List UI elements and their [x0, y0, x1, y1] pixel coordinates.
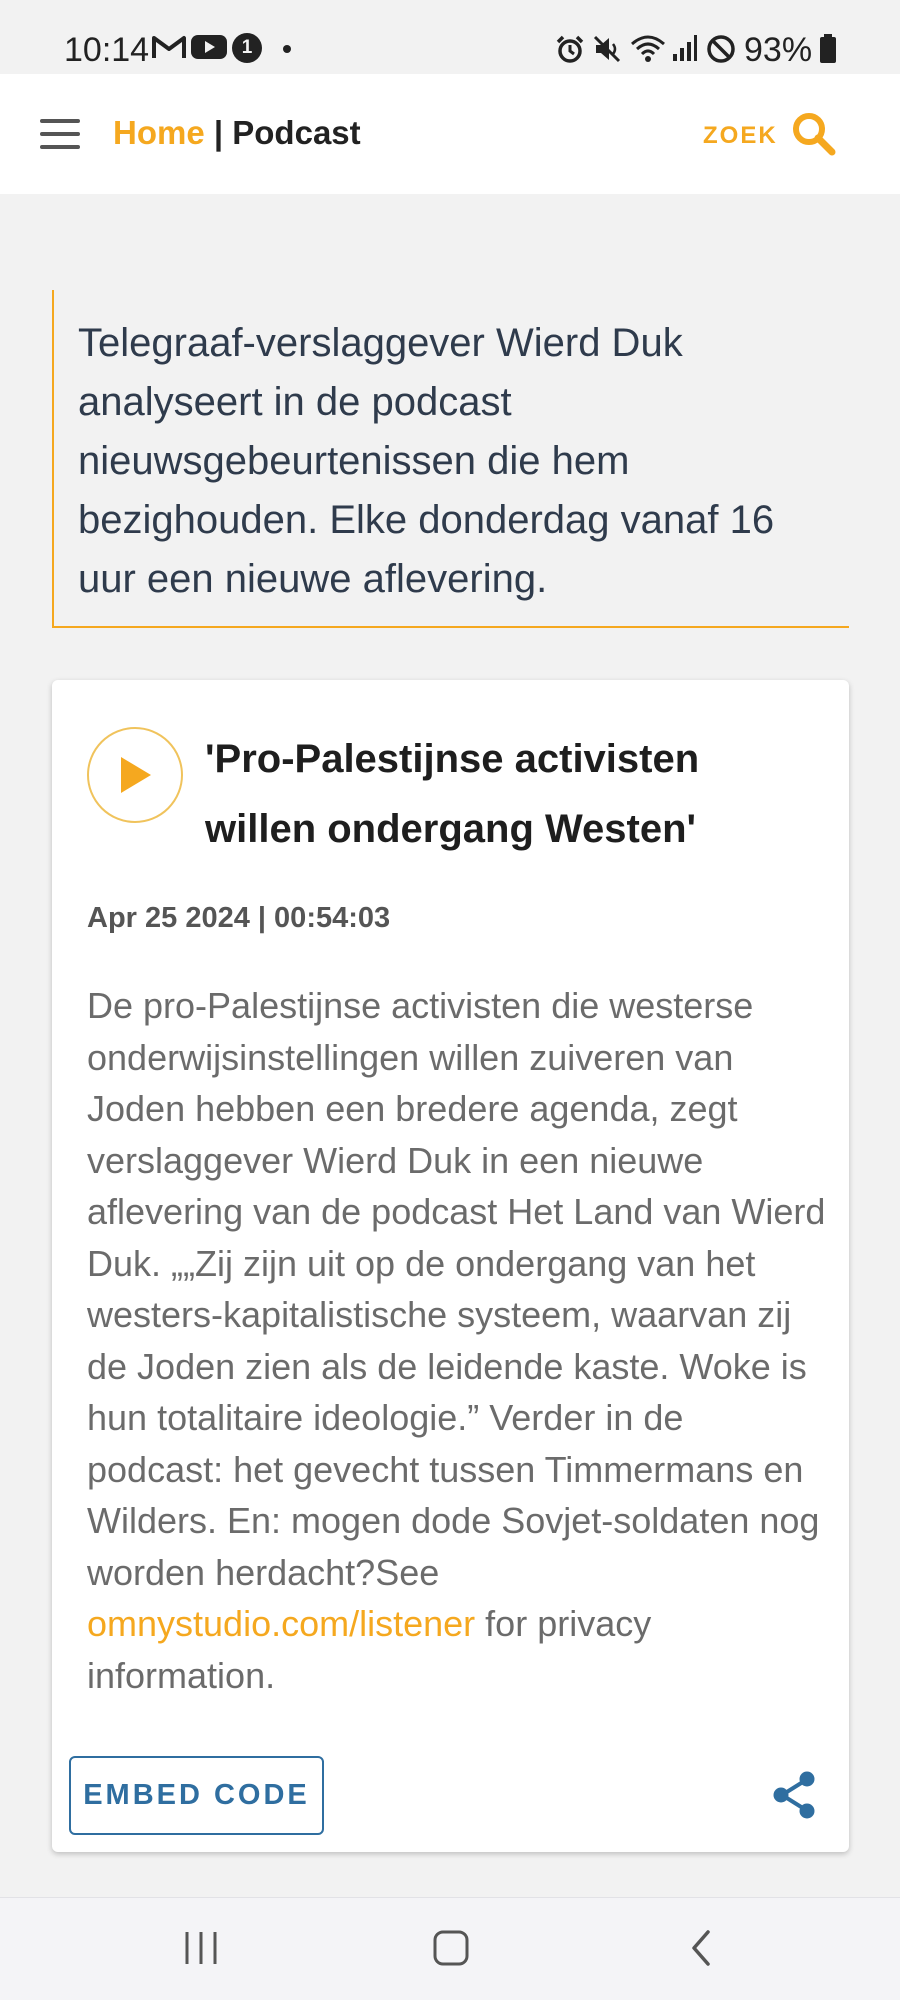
alarm-icon — [556, 35, 584, 63]
hamburger-menu-icon[interactable] — [40, 117, 82, 151]
episode-title[interactable]: 'Pro-Palestijnse activisten willen onder… — [205, 724, 815, 864]
home-icon[interactable] — [432, 1928, 470, 1968]
signal-icon — [673, 35, 697, 61]
search-icon[interactable] — [790, 110, 838, 158]
play-icon — [121, 757, 151, 793]
back-icon[interactable] — [686, 1928, 716, 1968]
status-time: 10:14 — [64, 31, 150, 69]
intro-text: Telegraaf-verslaggever Wierd Duk analyse… — [78, 321, 775, 601]
search-button[interactable]: ZOEK — [703, 122, 778, 150]
status-bar: 10:14 1 93% — [0, 0, 900, 74]
mute-icon — [593, 35, 621, 63]
dot-icon — [283, 45, 291, 53]
breadcrumb-separator: | — [204, 114, 233, 151]
system-nav-bar — [0, 1897, 900, 2000]
episode-description: De pro-Palestijnse activisten die wester… — [87, 980, 827, 1701]
recent-apps-icon[interactable] — [182, 1928, 220, 1968]
youtube-icon — [191, 35, 227, 59]
battery-percentage: 93% — [744, 31, 813, 69]
episode-card: 'Pro-Palestijnse activisten willen onder… — [52, 680, 849, 1852]
privacy-link[interactable]: omnystudio.com/listener — [87, 1603, 475, 1644]
gmail-icon — [152, 36, 186, 58]
podcast-intro: Telegraaf-verslaggever Wierd Duk analyse… — [52, 290, 849, 628]
play-button[interactable] — [87, 727, 183, 823]
breadcrumb-current-page: Podcast — [232, 114, 361, 151]
dnd-icon — [707, 35, 735, 63]
notification-badge-icon: 1 — [232, 33, 262, 63]
battery-icon — [820, 34, 836, 63]
wifi-icon — [631, 35, 665, 62]
embed-code-button[interactable]: EMBED CODE — [69, 1756, 324, 1835]
breadcrumb-home-link[interactable]: Home — [113, 114, 205, 151]
share-icon[interactable] — [770, 1770, 818, 1820]
app-bar: Home | Podcast ZOEK — [0, 74, 900, 194]
breadcrumb: Home | Podcast — [113, 112, 361, 154]
description-text: De pro-Palestijnse activisten die wester… — [87, 985, 826, 1593]
episode-date-duration: Apr 25 2024 | 00:54:03 — [87, 902, 391, 934]
